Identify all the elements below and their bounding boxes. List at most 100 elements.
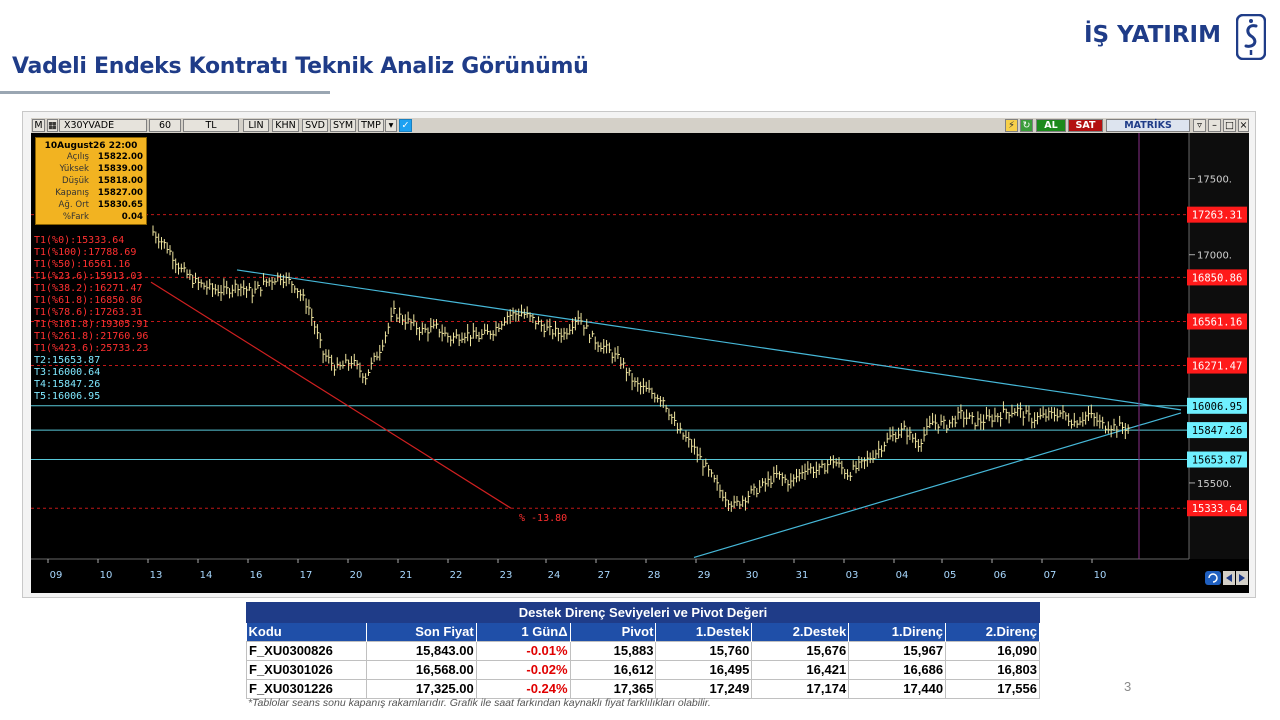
x-tick-label: 05 [944, 570, 957, 581]
level-label: T1(%261.8):21760.96 [34, 331, 148, 342]
table-row: F_XU0301026 16,568.00 -0.02% 16,612 16,4… [246, 659, 1040, 680]
cell-code: F_XU0300826 [246, 640, 367, 661]
cell-resistance-1: 16,686 [848, 659, 947, 680]
lin-button[interactable]: LIN [243, 119, 269, 132]
menu-button[interactable]: M [32, 119, 45, 132]
level-label: T1(%61.8):16850.86 [34, 295, 142, 306]
col-header: Son Fiyat [366, 623, 477, 641]
scroll-controls[interactable] [1205, 571, 1248, 585]
cell-support-1: 15,760 [655, 640, 753, 661]
sym-button[interactable]: SYM [330, 119, 356, 132]
x-tick-label: 10 [1094, 570, 1107, 581]
tooltip-row: Kapanış 15827.00 [55, 187, 143, 198]
col-header: 1.Destek [655, 623, 753, 641]
grid-icon[interactable]: ▦ [47, 119, 58, 132]
level-label: T1(%423.6):25733.23 [34, 343, 148, 354]
x-tick-label: 28 [648, 570, 661, 581]
cell-support-2: 16,421 [751, 659, 850, 680]
symbol-field[interactable]: X30YVADE [59, 119, 147, 132]
tooltip-row: Ağ. Ort 15830.65 [58, 199, 143, 210]
cell-support-2: 15,676 [751, 640, 850, 661]
cell-code: F_XU0301026 [246, 659, 367, 680]
x-tick-label: 27 [598, 570, 611, 581]
price-tag-label: 16006.95 [1192, 401, 1243, 413]
tooltip-row: Açılış 15822.00 [66, 152, 143, 162]
price-tag-label: 15653.87 [1192, 455, 1243, 467]
col-header: 2.Direnç [945, 623, 1040, 641]
time-axis [31, 559, 1249, 593]
col-header: 1.Direnç [848, 623, 947, 641]
price-chart[interactable]: T1(%0):15333.64T1(%100):17788.69T1(%50):… [31, 133, 1249, 593]
level-label: T5:16006.95 [34, 391, 100, 402]
brand-logo-icon [1236, 14, 1266, 60]
buy-button[interactable]: AL [1036, 119, 1066, 132]
x-tick-label: 04 [896, 570, 909, 581]
minimize-icon[interactable]: – [1208, 119, 1221, 132]
dropdown-arrow-icon[interactable]: ▾ [385, 119, 397, 132]
refresh-icon[interactable]: ↻ [1020, 119, 1033, 132]
x-tick-label: 09 [50, 570, 63, 581]
cell-daily-change: -0.24% [475, 678, 571, 699]
brand-name: İŞ YATIRIM [1084, 22, 1222, 48]
table-header-row: Kodu Son Fiyat 1 GünΔ Pivot 1.Destek 2.D… [246, 623, 1040, 641]
price-tag-label: 16850.86 [1192, 272, 1243, 284]
cell-resistance-2: 16,090 [945, 640, 1040, 661]
x-tick-label: 20 [350, 570, 363, 581]
cell-support-2: 17,174 [751, 678, 850, 699]
price-tag-label: 17263.31 [1192, 210, 1243, 222]
price-axis [1189, 133, 1249, 559]
support-resistance-table: Destek Direnç Seviyeleri ve Pivot Değeri… [246, 602, 1040, 699]
x-tick-label: 10 [100, 570, 113, 581]
col-header: Kodu [246, 623, 367, 641]
cell-daily-change: -0.02% [475, 659, 571, 680]
title-divider [0, 91, 330, 94]
cell-last-price: 16,568.00 [365, 659, 477, 680]
collapse-icon[interactable]: ▿ [1193, 119, 1206, 132]
x-tick-label: 24 [548, 570, 561, 581]
col-header: 1 GünΔ [476, 623, 571, 641]
footnote: *Tablolar seans sonu kapanış rakamlarıdı… [248, 697, 711, 709]
cell-last-price: 15,843.00 [365, 640, 477, 661]
y-tick-label: 17500. [1197, 175, 1232, 186]
x-tick-label: 03 [846, 570, 859, 581]
y-tick-label: 15500. [1197, 479, 1232, 490]
price-tag-label: 15847.26 [1192, 425, 1243, 437]
col-header: 2.Destek [751, 623, 850, 641]
tooltip-row: Yüksek 15839.00 [59, 163, 143, 174]
tooltip-datetime: 10August26 22:00 [44, 141, 138, 151]
table-row: F_XU0301226 17,325.00 -0.24% 17,365 17,2… [246, 678, 1040, 699]
x-tick-label: 22 [450, 570, 463, 581]
twitter-icon[interactable]: ✓ [399, 119, 412, 132]
ohlc-tooltip: 10August26 22:00 Açılış 15822.00 Yüksek 15… [35, 137, 147, 225]
cell-resistance-2: 17,556 [945, 678, 1040, 699]
sync-icon[interactable] [1205, 571, 1221, 585]
x-tick-label: 16 [250, 570, 263, 581]
y-tick-label: 17000. [1197, 251, 1232, 262]
price-tag-label: 16561.16 [1192, 316, 1243, 328]
tooltip-row: %Fark 0.04 [62, 211, 143, 222]
cell-support-1: 17,249 [655, 678, 753, 699]
interval-field[interactable]: 60 [149, 119, 181, 132]
sell-button[interactable]: SAT [1068, 119, 1103, 132]
x-tick-label: 29 [698, 570, 711, 581]
lightning-icon[interactable]: ⚡ [1005, 119, 1018, 132]
tooltip-row: Düşük 15818.00 [62, 175, 143, 186]
tmp-button[interactable]: TMP [358, 119, 384, 132]
matriks-logo: MATRİKS [1106, 119, 1190, 132]
level-label: T1(%50):16561.16 [34, 259, 130, 270]
table-caption: Destek Direnç Seviyeleri ve Pivot Değeri [246, 602, 1040, 623]
maximize-icon[interactable]: □ [1223, 119, 1236, 132]
price-tag-label: 16271.47 [1192, 361, 1243, 373]
close-icon[interactable]: × [1238, 119, 1249, 132]
level-label: T1(%78.6):17263.31 [34, 307, 142, 318]
level-label: T1(%100):17788.69 [34, 247, 136, 258]
cell-resistance-1: 15,967 [848, 640, 947, 661]
khn-button[interactable]: KHN [272, 119, 299, 132]
level-label: T3:16000.64 [34, 367, 100, 378]
currency-field[interactable]: TL [183, 119, 239, 132]
page-number: 3 [1124, 679, 1132, 694]
table-row: F_XU0300826 15,843.00 -0.01% 15,883 15,7… [246, 640, 1040, 661]
svd-button[interactable]: SVD [302, 119, 328, 132]
chart-toolbar: M ▦ X30YVADE 60 TL LIN KHN SVD SYM TMP ▾… [31, 118, 1249, 133]
cell-daily-change: -0.01% [475, 640, 571, 661]
